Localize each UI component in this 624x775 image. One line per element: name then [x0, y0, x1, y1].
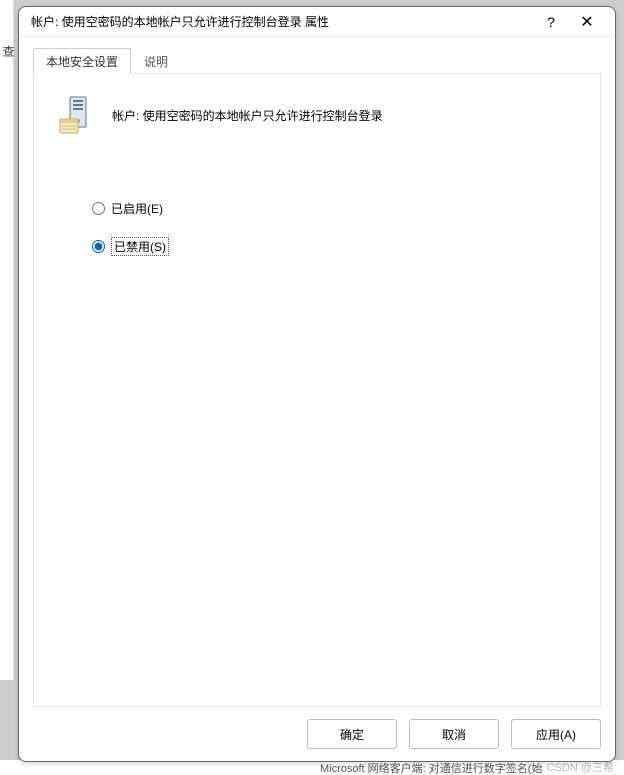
button-label: 应用(A)	[536, 728, 576, 742]
tab-description[interactable]: 说明	[131, 48, 181, 74]
tab-local-security[interactable]: 本地安全设置	[33, 48, 131, 74]
dialog-title: 帐户: 使用空密码的本地帐户只允许进行控制台登录 属性	[31, 13, 533, 30]
background-sidebar	[0, 0, 14, 680]
ok-button[interactable]: 确定	[307, 719, 397, 749]
titlebar: 帐户: 使用空密码的本地帐户只允许进行控制台登录 属性 ? ✕	[19, 7, 615, 37]
button-label: 取消	[442, 728, 466, 742]
policy-radio-group: 已启用(E) 已禁用(S)	[92, 200, 578, 256]
policy-server-icon	[56, 95, 98, 137]
background-sidebar-text: 查	[0, 45, 14, 59]
radio-disabled-label: 已禁用(S)	[111, 237, 169, 256]
dialog-button-row: 确定 取消 应用(A)	[33, 707, 601, 749]
radio-disabled-input[interactable]	[92, 240, 105, 253]
help-button[interactable]: ?	[533, 8, 569, 36]
properties-dialog: 帐户: 使用空密码的本地帐户只允许进行控制台登录 属性 ? ✕ 本地安全设置 说…	[18, 6, 616, 762]
help-icon: ?	[547, 14, 555, 30]
policy-header: 帐户: 使用空密码的本地帐户只允许进行控制台登录	[56, 92, 578, 140]
policy-title: 帐户: 使用空密码的本地帐户只允许进行控制台登录	[112, 108, 383, 125]
radio-disabled[interactable]: 已禁用(S)	[92, 237, 578, 256]
close-icon: ✕	[580, 12, 593, 32]
cancel-button[interactable]: 取消	[409, 719, 499, 749]
radio-enabled-input[interactable]	[92, 202, 105, 215]
tab-label: 说明	[144, 55, 168, 69]
tab-label: 本地安全设置	[46, 55, 118, 69]
radio-enabled[interactable]: 已启用(E)	[92, 200, 578, 217]
close-button[interactable]: ✕	[569, 8, 605, 36]
background-bottom-strip: Microsoft 网络客户端: 对通信进行数字签名(始	[0, 760, 624, 775]
tab-strip: 本地安全设置 说明	[33, 47, 601, 73]
tab-panel-local-security: 帐户: 使用空密码的本地帐户只允许进行控制台登录 已启用(E) 已禁用(S)	[33, 73, 601, 707]
radio-enabled-label: 已启用(E)	[111, 200, 163, 217]
apply-button[interactable]: 应用(A)	[511, 719, 601, 749]
dialog-client-area: 本地安全设置 说明	[19, 37, 615, 761]
button-label: 确定	[340, 728, 364, 742]
